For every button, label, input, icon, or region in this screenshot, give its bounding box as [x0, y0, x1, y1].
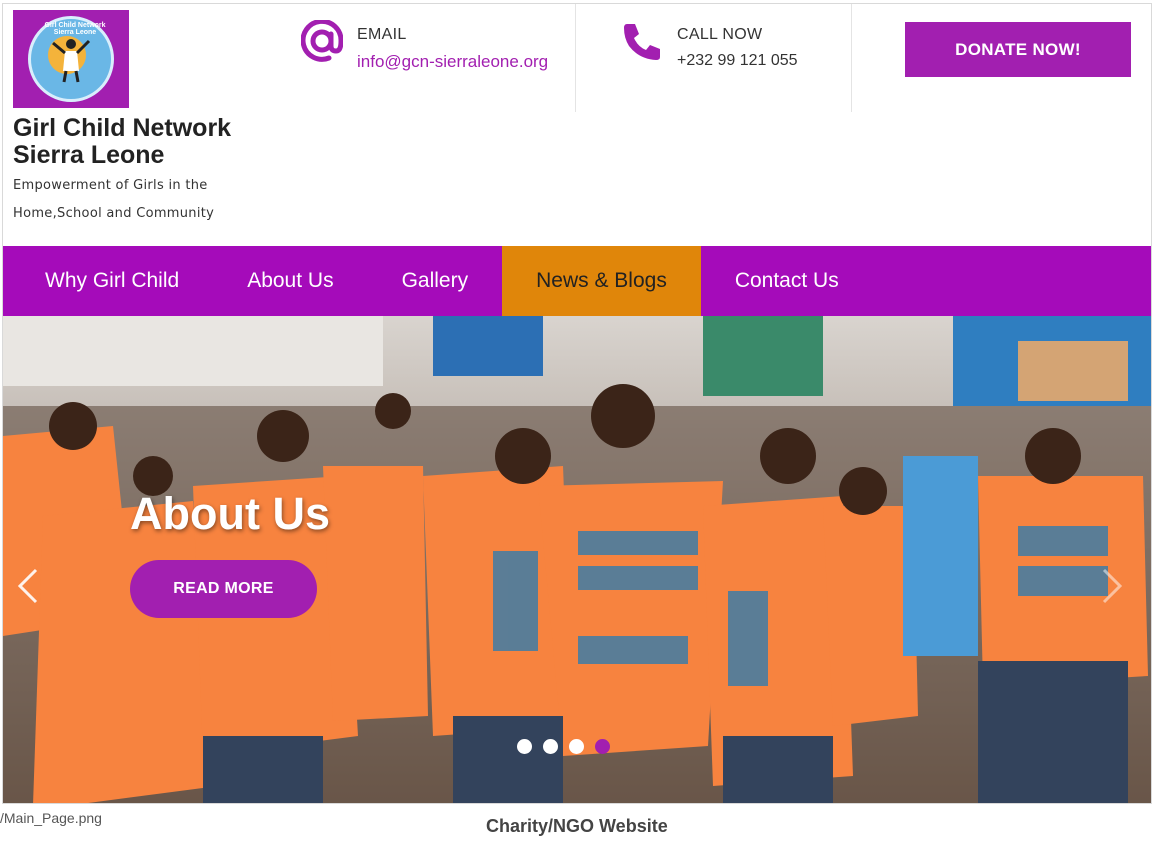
slider-dot-2[interactable]: [543, 739, 558, 754]
nav-item-about-us[interactable]: About Us: [213, 246, 367, 316]
slider-dot-3[interactable]: [569, 739, 584, 754]
slide-title: About Us: [130, 488, 330, 539]
site-title-line2: Sierra Leone: [13, 141, 165, 169]
read-more-button[interactable]: READ MORE: [130, 560, 317, 618]
slider-dot-4[interactable]: [595, 739, 610, 754]
logo-emblem: Girl Child Network Sierra Leone: [28, 16, 114, 102]
logo-arc-text: Girl Child Network Sierra Leone: [44, 22, 106, 36]
phone-icon: [619, 18, 665, 64]
site-tagline: Empowerment of Girls in the Home,School …: [13, 178, 215, 221]
at-icon: [299, 18, 345, 64]
site-logo[interactable]: Girl Child Network Sierra Leone: [13, 10, 129, 108]
phone-number[interactable]: +232 99 121 055: [677, 52, 798, 70]
email-link[interactable]: info@gcn-sierraleone.org: [357, 52, 548, 72]
main-nav: Why Girl Child About Us Gallery News & B…: [3, 246, 1151, 316]
email-label: EMAIL: [357, 26, 407, 43]
nav-item-news-blogs[interactable]: News & Blogs: [502, 246, 701, 316]
slider-dot-1[interactable]: [517, 739, 532, 754]
call-label: CALL NOW: [677, 26, 763, 43]
site-title[interactable]: Girl Child Network Sierra Leone: [13, 115, 231, 169]
file-caption: /Main_Page.png: [0, 810, 102, 826]
email-contact: EMAIL info@gcn-sierraleone.org: [299, 4, 576, 112]
nav-item-contact-us[interactable]: Contact Us: [701, 246, 873, 316]
donate-button[interactable]: DONATE NOW!: [905, 22, 1131, 77]
call-contact: CALL NOW +232 99 121 055: [619, 4, 852, 112]
website-frame: Girl Child Network Sierra Leone Girl Chi…: [2, 3, 1152, 804]
figure-caption: Charity/NGO Website: [486, 816, 668, 836]
chevron-left-icon[interactable]: [13, 566, 43, 606]
girl-figure-icon: [52, 39, 91, 83]
site-title-line1: Girl Child Network: [13, 114, 232, 142]
slider-dots: [517, 739, 610, 754]
nav-item-gallery[interactable]: Gallery: [368, 246, 503, 316]
hero-slider: About Us READ MORE: [3, 316, 1151, 803]
chevron-right-icon[interactable]: [1097, 566, 1127, 606]
nav-item-why-girl-child[interactable]: Why Girl Child: [3, 246, 213, 316]
